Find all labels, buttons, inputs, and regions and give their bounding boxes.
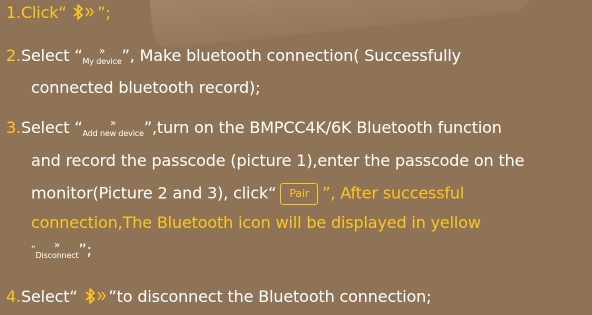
step-2-text-after: ”, Make bluetooth connection( Successful… — [121, 46, 462, 65]
step-4-text-before: Select“ — [20, 287, 78, 306]
step-1-text-before: Click“ — [20, 3, 67, 22]
step-3-line-3-post: ”, After successful — [322, 183, 465, 203]
disconnect-label: » Disconnect — [35, 240, 79, 260]
step-1-number: 1. — [6, 3, 21, 22]
step-2: 2.Select “» My device”, Make bluetooth co… — [6, 46, 586, 66]
add-new-device-label: » Add new device — [82, 118, 144, 138]
step-3-line-4: connection,The Bluetooth icon will be di… — [31, 213, 481, 232]
step-3-line-5: “» Disconnect”; — [31, 240, 586, 260]
chevron-icon: » — [110, 118, 117, 129]
step-3: 3.Select “» Add new device”,turn on the B… — [6, 118, 586, 138]
step-3-number: 3. — [6, 118, 21, 137]
step-1: 1.Click“ ”; — [6, 3, 586, 23]
step-1-text-after: ”; — [97, 3, 111, 22]
step-3-text-before: Select “ — [20, 118, 83, 137]
close-quote: ”; — [78, 240, 92, 259]
instructions-panel: 1.Click“ ”; 2.Select “» My device”, Make … — [0, 0, 592, 315]
step-3-line-2: and record the passcode (picture 1),ente… — [31, 151, 525, 170]
my-device-label: » My device — [82, 46, 122, 66]
step-4: 4.Select“ ”to disconnect the Bluetooth c… — [6, 287, 586, 307]
chevron-icon: » — [99, 46, 106, 57]
step-3-line-3-pre: monitor(Picture 2 and 3), click“ — [31, 183, 277, 203]
step-3-text-after: ”,turn on the BMPCC4K/6K Bluetooth funct… — [143, 118, 502, 137]
step-4-text-after: ”to disconnect the Bluetooth connection; — [108, 287, 432, 306]
step-2-line-2: connected bluetooth record); — [31, 78, 261, 97]
step-3-line-3: monitor(Picture 2 and 3), click“ Pair”, A… — [31, 183, 586, 205]
step-4-number: 4. — [6, 287, 21, 306]
pair-button[interactable]: Pair — [280, 183, 319, 205]
bluetooth-chevron-icon — [83, 287, 109, 307]
chevron-icon: » — [54, 240, 60, 251]
step-2-text-before: Select “ — [20, 46, 83, 65]
bluetooth-chevron-icon — [71, 3, 97, 23]
step-2-number: 2. — [6, 46, 21, 65]
